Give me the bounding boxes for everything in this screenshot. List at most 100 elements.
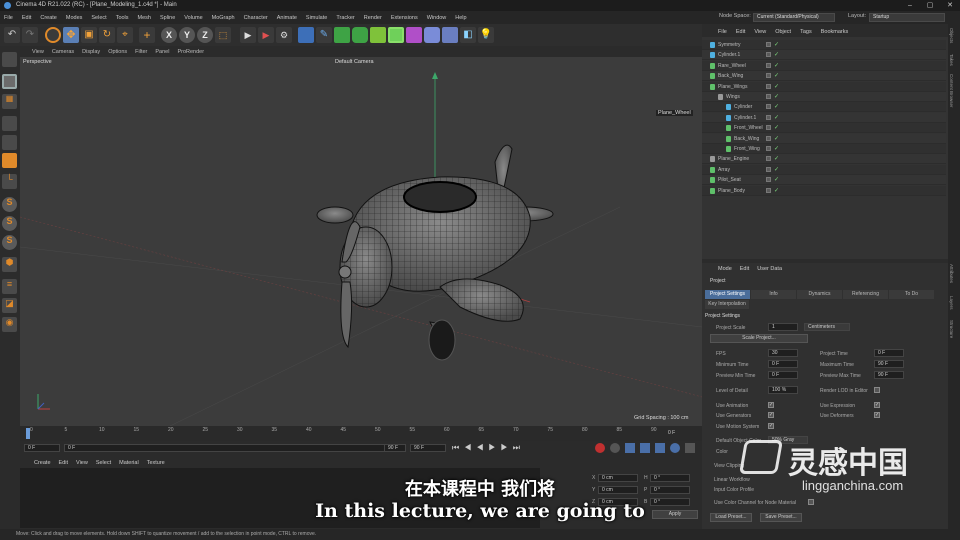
- enabled-check-icon[interactable]: ✓: [774, 144, 779, 154]
- current-frame-field[interactable]: 0 F: [24, 444, 60, 452]
- floor-grid-icon[interactable]: [442, 27, 458, 43]
- tab-info[interactable]: Info: [751, 290, 796, 299]
- enabled-check-icon[interactable]: ✓: [774, 175, 779, 185]
- enabled-check-icon[interactable]: ✓: [774, 71, 779, 81]
- object-row[interactable]: Plane_Body ✓: [702, 185, 946, 196]
- edges-mode-icon[interactable]: [2, 135, 17, 150]
- om-menu-view[interactable]: View: [754, 29, 766, 35]
- object-row[interactable]: Pilot_Seat ✓: [702, 175, 946, 186]
- enabled-check-icon[interactable]: ✓: [774, 82, 779, 92]
- tab-to-do[interactable]: To Do: [889, 290, 934, 299]
- project-time-field[interactable]: 0 F: [874, 349, 904, 357]
- visibility-toggle[interactable]: [766, 94, 771, 99]
- menu-render[interactable]: Render: [364, 15, 382, 21]
- camera-icon[interactable]: ◧: [460, 27, 476, 43]
- menu-window[interactable]: Window: [427, 15, 447, 21]
- use-animation-checkbox[interactable]: ✓: [768, 402, 774, 408]
- object-row[interactable]: Cylinder.1 ✓: [702, 112, 946, 123]
- 3d-viewport[interactable]: Perspective Default Camera Plane_Wheel G…: [20, 57, 702, 426]
- object-row[interactable]: Symmetry ✓: [702, 40, 946, 50]
- tab-project-settings[interactable]: Project Settings: [705, 290, 750, 299]
- enabled-check-icon[interactable]: ✓: [774, 154, 779, 164]
- render-lod-checkbox[interactable]: [874, 387, 880, 393]
- visibility-toggle[interactable]: [766, 42, 771, 47]
- workplane-snap-icon[interactable]: S: [2, 235, 17, 250]
- material-menu-texture[interactable]: Texture: [147, 460, 165, 466]
- viewport-menu-prorender[interactable]: ProRender: [177, 49, 204, 55]
- object-row[interactable]: Front_Wheel ✓: [702, 123, 946, 134]
- start-frame-field[interactable]: 0 F: [64, 444, 404, 452]
- menu-animate[interactable]: Animate: [277, 15, 297, 21]
- menu-create[interactable]: Create: [40, 15, 57, 21]
- propeller-hub[interactable]: [338, 265, 352, 279]
- enabled-check-icon[interactable]: ✓: [774, 134, 779, 144]
- preview-max-time-field[interactable]: 90 F: [874, 371, 904, 379]
- axis-mode-icon[interactable]: └: [2, 174, 17, 189]
- project-scale-unit-dropdown[interactable]: Centimeters: [804, 323, 850, 331]
- om-menu-object[interactable]: Object: [775, 29, 791, 35]
- z-axis-lock-icon[interactable]: Z: [197, 27, 213, 43]
- close-icon[interactable]: ✕: [940, 0, 960, 11]
- om-menu-bookmarks[interactable]: Bookmarks: [821, 29, 849, 35]
- minimize-icon[interactable]: –: [900, 0, 920, 11]
- rotate-tool-icon[interactable]: ↻: [99, 27, 115, 43]
- redo-icon[interactable]: ↷: [22, 27, 38, 43]
- scale-tool-icon[interactable]: ▣: [81, 27, 97, 43]
- object-row[interactable]: Cylinder.1 ✓: [702, 50, 946, 61]
- y-axis-lock-icon[interactable]: Y: [179, 27, 195, 43]
- om-menu-tags[interactable]: Tags: [800, 29, 812, 35]
- project-scale-field[interactable]: 1: [768, 323, 798, 331]
- viewport-menu-view[interactable]: View: [32, 49, 44, 55]
- enabled-check-icon[interactable]: ✓: [774, 123, 779, 133]
- polygons-mode-icon[interactable]: [2, 153, 17, 168]
- viewport-menu-filter[interactable]: Filter: [135, 49, 147, 55]
- om-menu-edit[interactable]: Edit: [736, 29, 745, 35]
- x-axis-lock-icon[interactable]: X: [161, 27, 177, 43]
- move-tool-icon[interactable]: ✥: [63, 27, 79, 43]
- visibility-toggle[interactable]: [766, 135, 771, 141]
- enabled-check-icon[interactable]: ✓: [774, 40, 779, 50]
- subdivision-generator-icon[interactable]: [334, 27, 350, 43]
- object-row[interactable]: Plane_Wings ✓: [702, 81, 946, 92]
- tab-structure[interactable]: Structure: [949, 320, 954, 338]
- level-of-detail-field[interactable]: 100 %: [768, 386, 798, 394]
- tab-objects[interactable]: Objects: [949, 28, 954, 43]
- menu-mesh[interactable]: Mesh: [138, 15, 151, 21]
- use-generators-checkbox[interactable]: ✓: [768, 412, 774, 418]
- use-deformers-checkbox[interactable]: ✓: [874, 412, 880, 418]
- propeller-blade-bottom[interactable]: [340, 281, 353, 349]
- attr-menu-edit[interactable]: Edit: [740, 266, 749, 272]
- object-row[interactable]: Cylinder ✓: [702, 102, 946, 113]
- use-motion-system-checkbox[interactable]: ✓: [768, 423, 774, 429]
- menu-spline[interactable]: Spline: [160, 15, 175, 21]
- use-expression-checkbox[interactable]: ✓: [874, 402, 880, 408]
- enabled-check-icon[interactable]: ✓: [774, 113, 779, 123]
- viewport-menu-display[interactable]: Display: [82, 49, 100, 55]
- live-selection-icon[interactable]: [45, 27, 61, 43]
- object-row[interactable]: Back_Wing ✓: [702, 133, 946, 144]
- record-icon[interactable]: [595, 443, 605, 453]
- attr-menu-mode[interactable]: Mode: [718, 266, 732, 272]
- menu-tracker[interactable]: Tracker: [336, 15, 354, 21]
- position-key-icon[interactable]: [640, 443, 650, 453]
- effector-icon[interactable]: [388, 27, 404, 43]
- node-space-dropdown[interactable]: Current (Standard/Physical): [753, 13, 835, 22]
- pen-spline-icon[interactable]: ✎: [316, 27, 332, 43]
- material-menu-select[interactable]: Select: [96, 460, 111, 466]
- tab-dynamics[interactable]: Dynamics: [797, 290, 842, 299]
- transform-axis-icon[interactable]: +: [139, 27, 155, 43]
- object-row[interactable]: Rare_Wheel ✓: [702, 60, 946, 71]
- menu-character[interactable]: Character: [244, 15, 268, 21]
- model-mode-icon[interactable]: [2, 74, 17, 89]
- menu-mograph[interactable]: MoGraph: [212, 15, 235, 21]
- material-menu-material[interactable]: Material: [119, 460, 139, 466]
- visibility-toggle[interactable]: [766, 177, 771, 183]
- menu-tools[interactable]: Tools: [116, 15, 129, 21]
- array-generator-icon[interactable]: [352, 27, 368, 43]
- enabled-check-icon[interactable]: ✓: [774, 186, 779, 196]
- om-menu-file[interactable]: File: [718, 29, 727, 35]
- attr-menu-user-data[interactable]: User Data: [757, 266, 782, 272]
- visibility-toggle[interactable]: [766, 166, 771, 172]
- object-row[interactable]: Wings ✓: [702, 92, 946, 102]
- snap-icon[interactable]: S: [2, 197, 17, 212]
